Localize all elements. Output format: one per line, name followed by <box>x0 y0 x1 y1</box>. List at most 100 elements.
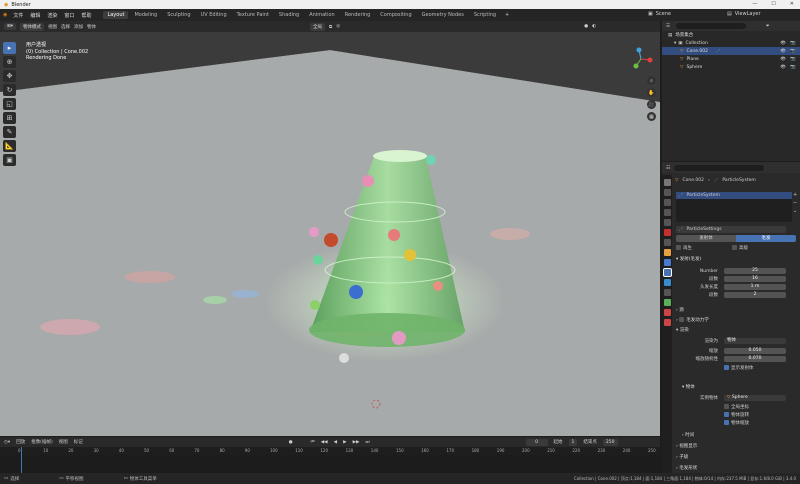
maximize-icon[interactable]: ☐ <box>771 1 775 7</box>
play-icon[interactable]: ▶ <box>343 440 346 445</box>
playback-menu[interactable]: 回放 <box>16 439 25 445</box>
children-section-header[interactable]: › 子级 <box>676 454 688 462</box>
add-slot-icon[interactable]: + <box>793 192 797 198</box>
object-tab-icon[interactable] <box>663 249 671 256</box>
outliner-search-input[interactable] <box>676 23 747 29</box>
jump-end-icon[interactable]: ⏭ <box>365 439 369 445</box>
show-emitter-checkbox[interactable]: 显示发射体 <box>724 365 798 371</box>
object-menu[interactable]: 物体 <box>87 24 96 30</box>
end-frame-field[interactable]: 250 <box>602 438 618 446</box>
next-keyframe-icon[interactable]: ▶▶ <box>353 440 360 445</box>
measure-tool[interactable]: 📐 <box>3 140 16 152</box>
material-tab-icon[interactable] <box>663 309 671 316</box>
outliner-editor-icon[interactable]: ☰ <box>666 24 670 29</box>
render-camera-icon[interactable]: 📷 <box>790 65 796 70</box>
annotate-tool[interactable]: ✎ <box>3 126 16 138</box>
start-frame-field[interactable]: 1 <box>568 438 578 446</box>
visibility-eye-icon[interactable]: 👁 <box>780 57 786 62</box>
prev-keyframe-icon[interactable]: ◀◀ <box>321 440 328 445</box>
marker-menu[interactable]: 标记 <box>74 439 83 445</box>
view-menu[interactable]: 视图 <box>48 24 57 30</box>
scene-selector[interactable]: ▣ Scene <box>648 11 671 17</box>
render-camera-icon[interactable]: 📷 <box>790 49 796 54</box>
settings-datablock[interactable]: ⋰ ParticleSettings <box>676 226 786 233</box>
scale-field[interactable]: 0.050 <box>724 348 786 354</box>
timing-section-header[interactable]: › 时间 <box>682 432 694 440</box>
transform-tool[interactable]: ⊞ <box>3 112 16 124</box>
filter-icon[interactable]: ⏷ <box>766 23 770 29</box>
close-icon[interactable]: ✕ <box>790 1 794 7</box>
remove-slot-icon[interactable]: − <box>793 200 797 206</box>
render-camera-icon[interactable]: 📷 <box>790 41 796 46</box>
outliner-object-row[interactable]: ▽ Sphere 👁 📷 <box>662 63 800 71</box>
shading-rendered-icon[interactable]: ◐ <box>592 24 596 29</box>
particles-tab-icon[interactable] <box>662 268 672 277</box>
record-icon[interactable]: ● <box>289 440 293 445</box>
move-tool[interactable]: ✥ <box>3 70 16 82</box>
world-tab-icon[interactable] <box>663 229 671 236</box>
hair-length-field[interactable]: 1 m <box>724 284 786 290</box>
tab-modeling[interactable]: Modeling <box>130 11 161 19</box>
tab-geometry-nodes[interactable]: Geometry Nodes <box>418 11 468 19</box>
viewport-display-section-header[interactable]: › 视图显示 <box>676 443 697 451</box>
visibility-eye-icon[interactable]: 👁 <box>780 65 786 70</box>
visibility-eye-icon[interactable]: 👁 <box>780 41 786 46</box>
zoom-icon[interactable]: ⌕ <box>647 76 656 85</box>
tab-scripting[interactable]: Scripting <box>470 11 500 19</box>
perspective-icon[interactable]: ▦ <box>647 112 656 121</box>
keying-menu[interactable]: 抠像(插帧) <box>31 439 53 445</box>
scene-tab-icon[interactable] <box>663 219 671 226</box>
outliner-object-row[interactable]: ▽ Cone.002 ⋰ 👁 📷 <box>662 47 800 55</box>
cursor-tool[interactable]: ⊕ <box>3 56 16 68</box>
global-coords-checkbox[interactable]: 全局坐标 <box>724 404 749 412</box>
constraints-tab-icon[interactable] <box>663 289 671 296</box>
instance-object-field[interactable]: ▽ Sphere <box>724 395 786 401</box>
hair-shape-section-header[interactable]: › 毛发形状 <box>676 465 697 473</box>
view-layer-tab-icon[interactable] <box>663 209 671 216</box>
properties-editor-icon[interactable]: ☷ <box>666 165 670 171</box>
view-menu[interactable]: 视图 <box>59 439 68 445</box>
current-frame-field[interactable]: 0 <box>525 438 548 446</box>
outliner-object-row[interactable]: ▽ Plane 👁 📷 <box>662 55 800 63</box>
timeline-track-area[interactable] <box>0 447 660 473</box>
particle-system-item[interactable]: ⋰ ParticleSystem <box>676 192 792 199</box>
menu-render[interactable]: 渲染 <box>47 12 57 19</box>
outliner-collection-row[interactable]: ▾ ▣ Collection 👁 📷 <box>662 39 800 47</box>
render-tab-icon[interactable] <box>663 189 671 196</box>
scale-randomness-field[interactable]: 0.070 <box>724 356 786 362</box>
editor-type-button[interactable]: ⊞▾ <box>4 23 17 30</box>
modifier-tab-icon[interactable] <box>663 259 671 266</box>
play-reverse-icon[interactable]: ◀ <box>334 440 337 445</box>
tab-uv-editing[interactable]: UV Editing <box>197 11 231 19</box>
object-rotation-checkbox[interactable]: 物体旋转 <box>724 412 749 420</box>
render-section-header[interactable]: ▾ 渲染 <box>676 327 689 335</box>
collection-tab-icon[interactable] <box>663 239 671 246</box>
view-layer-selector[interactable]: ▤ ViewLayer <box>727 11 761 17</box>
mode-selector[interactable]: 物体模式 <box>20 22 45 31</box>
playhead[interactable] <box>21 447 22 473</box>
shading-solid-icon[interactable]: ● <box>584 24 588 29</box>
tab-emitter[interactable]: 发射体 <box>676 235 736 242</box>
render-as-dropdown[interactable]: 物体 <box>724 338 786 344</box>
tab-rendering[interactable]: Rendering <box>341 11 375 19</box>
tab-hair[interactable]: 毛发 <box>736 235 796 242</box>
tool-tab-icon[interactable] <box>663 179 671 186</box>
pan-icon[interactable]: ✋ <box>647 88 656 97</box>
visibility-eye-icon[interactable]: 👁 <box>780 49 786 54</box>
advanced-checkbox[interactable]: 高级 <box>732 245 748 251</box>
orientation-selector[interactable]: 全局 <box>310 22 326 31</box>
tab-compositing[interactable]: Compositing <box>376 11 415 19</box>
slot-menu-icon[interactable]: ⌄ <box>793 208 797 214</box>
expand-icon[interactable]: ▾ <box>674 41 676 46</box>
tab-texture-paint[interactable]: Texture Paint <box>233 11 273 19</box>
texture-tab-icon[interactable] <box>663 319 671 326</box>
tab-shading[interactable]: Shading <box>275 11 303 19</box>
object-scale-checkbox[interactable]: 物体缩放 <box>724 420 749 428</box>
menu-help[interactable]: 帮助 <box>81 12 91 19</box>
regrow-checkbox[interactable]: 再生 <box>676 245 692 251</box>
add-cube-tool[interactable]: ▣ <box>3 154 16 166</box>
rotate-tool[interactable]: ↻ <box>3 84 16 96</box>
properties-search-input[interactable] <box>674 164 765 171</box>
output-tab-icon[interactable] <box>663 199 671 206</box>
timeline-ruler[interactable]: 0 10 20 30 40 50 60 70 80 90 100 110 120 130 140 150 160… <box>0 447 660 455</box>
